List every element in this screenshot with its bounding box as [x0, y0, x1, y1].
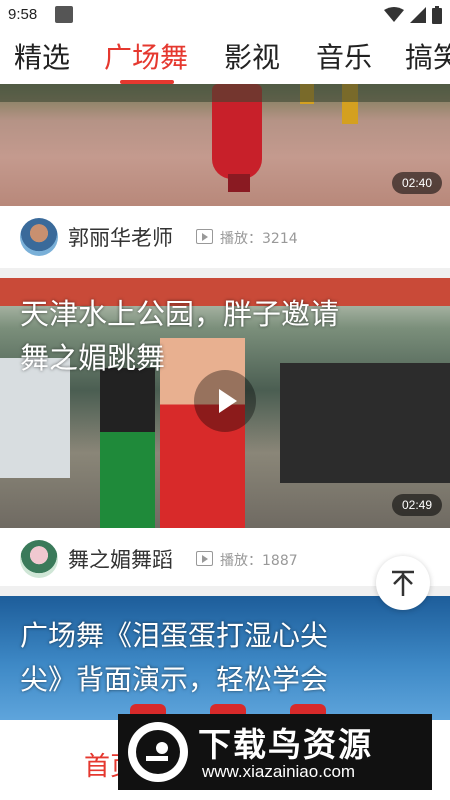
dancer-figure	[160, 338, 245, 528]
arrow-up-icon	[392, 570, 414, 596]
video-title: 舞之媚跳舞	[20, 341, 166, 375]
battery-icon	[432, 6, 442, 24]
play-count-icon	[196, 229, 213, 244]
video-feed[interactable]: 02:40 郭丽华老师 播放：3214 天津水上公园，胖子邀请 舞之媚跳舞 02…	[0, 84, 450, 720]
status-time: 9:58	[8, 6, 38, 23]
dancer-figure	[100, 368, 155, 528]
play-button-icon[interactable]	[194, 370, 256, 432]
bird-logo-icon	[136, 730, 180, 774]
video-thumbnail[interactable]: 天津水上公园，胖子邀请 舞之媚跳舞 02:49	[0, 278, 450, 528]
video-title: 天津水上公园，胖子邀请	[20, 297, 340, 331]
video-duration: 02:40	[391, 172, 442, 194]
watermark-logo	[128, 722, 188, 782]
status-bar: 9:58	[0, 0, 450, 30]
video-author-row[interactable]: 郭丽华老师 播放：3214	[0, 206, 450, 268]
video-duration: 02:49	[391, 494, 442, 516]
back-to-top-button[interactable]	[376, 556, 430, 610]
tab-music[interactable]: 音乐	[316, 36, 372, 76]
play-count: 播放：1887	[220, 553, 298, 569]
category-tabs: 精选 广场舞 影视 音乐 搞笑	[0, 30, 450, 82]
avatar[interactable]	[20, 218, 58, 256]
app-notification-icon	[55, 6, 73, 23]
divider	[0, 268, 450, 278]
watermark-url: www.xiazainiao.com	[202, 762, 356, 781]
play-count: 播放：3214	[220, 231, 298, 247]
watermark: 下载鸟资源 www.xiazainiao.com	[118, 714, 432, 790]
author-name[interactable]: 舞之媚舞蹈	[68, 544, 173, 574]
wifi-icon	[384, 7, 404, 22]
watermark-title: 下载鸟资源	[198, 725, 373, 764]
spectators	[280, 363, 450, 483]
video-title: 广场舞《泪蛋蛋打湿心尖	[20, 619, 329, 652]
play-count-icon	[196, 551, 213, 566]
dancer-feet	[228, 174, 250, 192]
status-icons	[384, 6, 442, 24]
tab-featured[interactable]: 精选	[14, 36, 70, 76]
tab-movies[interactable]: 影视	[224, 36, 280, 76]
author-name[interactable]: 郭丽华老师	[68, 222, 173, 252]
tab-square-dance[interactable]: 广场舞	[104, 36, 188, 76]
signal-icon	[410, 7, 426, 23]
video-thumbnail[interactable]: 02:40	[0, 84, 450, 206]
background-trees	[0, 84, 450, 102]
tab-funny[interactable]: 搞笑	[405, 36, 450, 76]
video-thumbnail[interactable]: 广场舞《泪蛋蛋打湿心尖 尖》背面演示，轻松学会	[0, 596, 450, 720]
video-title: 尖》背面演示，轻松学会	[20, 663, 329, 696]
avatar[interactable]	[20, 540, 58, 578]
